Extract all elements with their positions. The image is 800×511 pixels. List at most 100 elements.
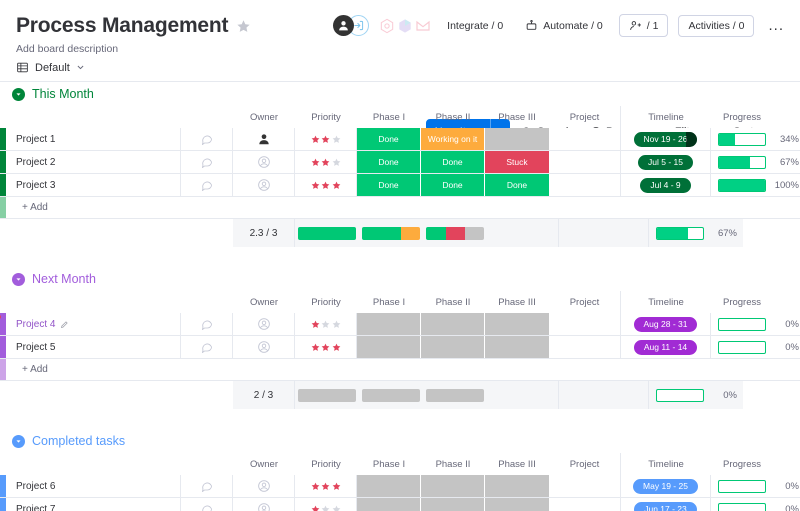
chat-icon[interactable] <box>201 179 213 191</box>
status-chip[interactable] <box>485 128 549 150</box>
project-cell[interactable] <box>549 336 621 358</box>
priority-cell[interactable] <box>295 128 357 150</box>
status-cell[interactable] <box>421 336 485 358</box>
timeline-cell[interactable]: Aug 28 - 31 <box>621 313 711 335</box>
star-icon[interactable] <box>311 505 320 511</box>
status-chip[interactable]: Done <box>357 128 421 150</box>
status-chip[interactable] <box>485 313 549 335</box>
timeline-pill[interactable]: Jul 4 - 9 <box>640 177 691 193</box>
table-row[interactable]: Project 2 Done Done Stuck Jul 5 - 15 67% <box>0 151 800 174</box>
integration-icons[interactable] <box>379 18 431 34</box>
star-icon[interactable] <box>332 135 341 144</box>
chat-cell[interactable] <box>181 498 233 511</box>
automate-button[interactable]: Automate / 0 <box>519 15 609 36</box>
progress-bar[interactable] <box>718 502 766 511</box>
group-title[interactable]: Next Month <box>32 272 96 286</box>
progress-cell[interactable] <box>711 151 773 173</box>
star-icon[interactable] <box>311 181 320 190</box>
table-row[interactable]: Project 3 Done Done Done Jul 4 - 9 100% <box>0 174 800 197</box>
status-chip[interactable] <box>485 336 549 358</box>
priority-cell[interactable] <box>295 313 357 335</box>
owner-placeholder-icon[interactable] <box>257 155 271 169</box>
owner-placeholder-icon[interactable] <box>257 502 271 511</box>
progress-bar[interactable] <box>718 178 766 192</box>
chat-icon[interactable] <box>201 480 213 492</box>
column-header-timeline[interactable]: Timeline <box>621 453 711 475</box>
column-header-owner[interactable]: Owner <box>233 453 295 475</box>
owner-cell[interactable] <box>233 475 295 497</box>
project-cell[interactable] <box>549 475 621 497</box>
progress-cell[interactable] <box>711 313 773 335</box>
favorite-star-icon[interactable] <box>236 19 251 34</box>
star-icon[interactable] <box>321 320 330 329</box>
group-collapse-icon[interactable] <box>12 87 25 101</box>
status-chip[interactable]: Done <box>421 174 485 196</box>
status-cell[interactable] <box>485 475 549 497</box>
star-icon[interactable] <box>321 135 330 144</box>
star-icon[interactable] <box>321 181 330 190</box>
owner-cell[interactable] <box>233 174 295 196</box>
owner-cell[interactable] <box>233 336 295 358</box>
status-cell[interactable]: Done <box>421 151 485 173</box>
status-cell[interactable] <box>421 313 485 335</box>
star-icon[interactable] <box>332 482 341 491</box>
status-chip[interactable] <box>421 336 485 358</box>
column-header-progress[interactable]: Progress <box>711 106 773 128</box>
status-chip[interactable] <box>357 336 421 358</box>
timeline-cell[interactable]: Jul 4 - 9 <box>621 174 711 196</box>
status-cell[interactable] <box>357 498 421 511</box>
status-cell[interactable] <box>357 313 421 335</box>
status-cell[interactable] <box>357 336 421 358</box>
status-chip[interactable] <box>357 498 421 511</box>
owner-placeholder-icon[interactable] <box>257 340 271 354</box>
star-icon[interactable] <box>321 158 330 167</box>
progress-cell[interactable] <box>711 475 773 497</box>
chevron-down-icon[interactable] <box>76 63 85 72</box>
chat-icon[interactable] <box>201 341 213 353</box>
column-header-priority[interactable]: Priority <box>295 453 357 475</box>
star-icon[interactable] <box>332 181 341 190</box>
status-cell[interactable] <box>485 128 549 150</box>
timeline-cell[interactable]: Aug 11 - 14 <box>621 336 711 358</box>
chat-icon[interactable] <box>201 133 213 145</box>
priority-cell[interactable] <box>295 151 357 173</box>
status-cell[interactable] <box>357 475 421 497</box>
column-header-project[interactable]: Project <box>549 291 621 313</box>
priority-cell[interactable] <box>295 475 357 497</box>
column-header-project[interactable]: Project <box>549 453 621 475</box>
project-cell[interactable] <box>549 313 621 335</box>
progress-bar[interactable] <box>718 155 766 169</box>
item-name-cell[interactable]: Project 2 <box>6 151 181 173</box>
priority-cell[interactable] <box>295 336 357 358</box>
star-icon[interactable] <box>332 158 341 167</box>
progress-cell[interactable] <box>711 174 773 196</box>
progress-bar[interactable] <box>718 479 766 493</box>
chat-cell[interactable] <box>181 313 233 335</box>
add-item-row[interactable]: + Add <box>0 197 800 219</box>
group-header[interactable]: Next Month <box>0 267 800 291</box>
group-title[interactable]: This Month <box>32 87 94 101</box>
column-header-phase1[interactable]: Phase I <box>357 291 421 313</box>
star-icon[interactable] <box>332 320 341 329</box>
group-header[interactable]: This Month <box>0 82 800 106</box>
priority-cell[interactable] <box>295 498 357 511</box>
status-cell[interactable]: Done <box>357 151 421 173</box>
star-icon[interactable] <box>311 343 320 352</box>
column-header-phase3[interactable]: Phase III <box>485 291 549 313</box>
priority-cell[interactable] <box>295 174 357 196</box>
owner-placeholder-icon[interactable] <box>257 479 271 493</box>
item-name-cell[interactable]: Project 5 <box>6 336 181 358</box>
chat-icon[interactable] <box>201 156 213 168</box>
timeline-cell[interactable]: May 19 - 25 <box>621 475 711 497</box>
progress-bar[interactable] <box>718 317 766 331</box>
item-name-label[interactable]: Project 5 <box>16 342 55 353</box>
status-cell[interactable] <box>485 313 549 335</box>
status-chip[interactable] <box>421 498 485 511</box>
activities-button[interactable]: Activities / 0 <box>678 14 755 37</box>
add-item-label[interactable]: + Add <box>6 364 48 375</box>
timeline-pill[interactable]: Nov 19 - 26 <box>633 131 698 147</box>
column-header-phase3[interactable]: Phase III <box>485 453 549 475</box>
status-chip[interactable] <box>357 475 421 497</box>
timeline-pill[interactable]: Jul 5 - 15 <box>638 154 693 170</box>
progress-cell[interactable] <box>711 128 773 150</box>
